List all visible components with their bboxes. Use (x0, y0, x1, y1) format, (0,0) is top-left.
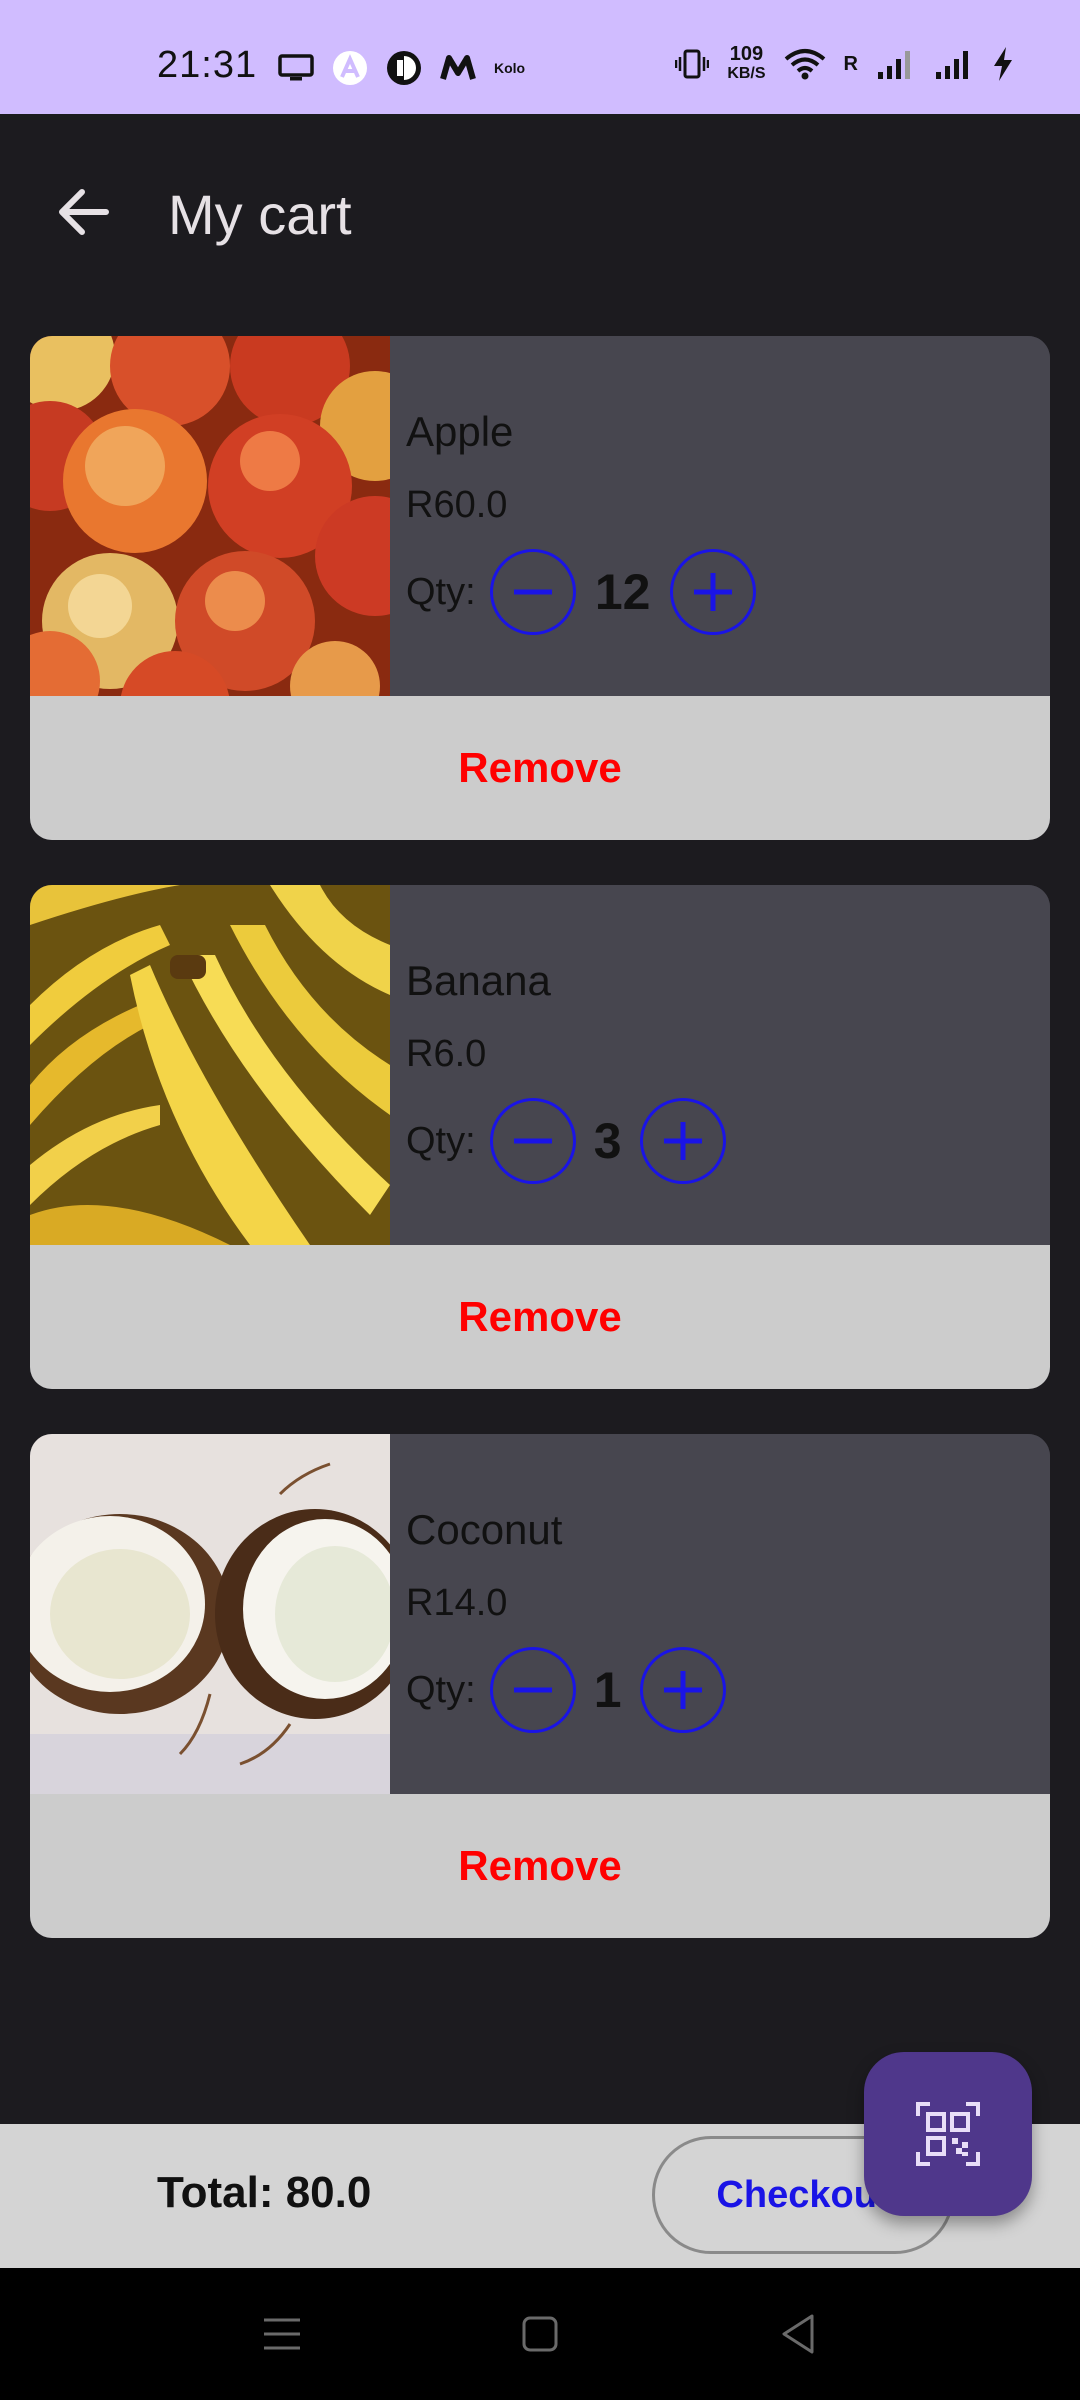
cart-item-apple: Apple R60.0 Qty: 12 Remove (30, 336, 1050, 840)
qty-label: Qty: (406, 570, 476, 613)
kolo-logo: Kolo (494, 60, 526, 76)
quantity-value: 12 (594, 564, 651, 620)
app-g-icon (387, 51, 421, 85)
status-time: 21:31 (157, 44, 258, 86)
item-price: R14.0 (406, 1582, 508, 1624)
coconut-photo (30, 1434, 390, 1794)
qty-label: Qty: (406, 1668, 476, 1711)
app-bar: My cart (0, 114, 1080, 314)
increase-qty-button[interactable] (639, 1098, 726, 1184)
item-price: R60.0 (406, 484, 508, 526)
increase-qty-button[interactable] (669, 549, 756, 635)
status-bar: 21:31 Kolo 109 KB/S R (0, 0, 1080, 114)
bananas-photo (30, 885, 390, 1245)
back-arrow-icon[interactable] (52, 180, 116, 244)
remove-button[interactable]: Remove (30, 1245, 1050, 1389)
remove-label: Remove (458, 1842, 622, 1889)
system-icons: 109 KB/S R (675, 44, 1014, 84)
page-title: My cart (168, 183, 352, 246)
item-name: Apple (406, 408, 514, 455)
decrease-qty-button[interactable] (489, 1647, 576, 1733)
decrease-qty-button[interactable] (489, 549, 576, 635)
increase-qty-button[interactable] (639, 1647, 726, 1733)
system-nav-bar (0, 2268, 1080, 2400)
qty-label: Qty: (406, 1119, 476, 1162)
qr-code-scan-icon (916, 2102, 980, 2166)
remove-label: Remove (458, 1293, 622, 1340)
roaming-indicator: R (843, 52, 858, 75)
item-name: Banana (406, 957, 551, 1004)
item-price: R6.0 (406, 1033, 487, 1075)
wifi-icon (784, 49, 825, 80)
app-m-icon (440, 55, 476, 80)
cart-item-body: Banana R6.0 Qty: 3 (30, 885, 1050, 1245)
cart-item-coconut: Coconut R14.0 Qty: 1 Remove (30, 1434, 1050, 1938)
app-a-icon (333, 51, 367, 85)
net-speed-value: 109 (729, 43, 764, 65)
quantity-stepper: Qty: 1 (406, 1644, 726, 1736)
net-speed: 109 KB/S (727, 44, 765, 84)
signal-icon-sim1 (878, 51, 910, 79)
remove-label: Remove (458, 744, 622, 791)
remove-button[interactable]: Remove (30, 1794, 1050, 1938)
quantity-value: 3 (593, 1113, 622, 1169)
charging-icon (994, 47, 1012, 81)
net-speed-unit: KB/S (727, 65, 766, 82)
apples-photo (30, 336, 390, 696)
recent-apps-icon[interactable] (262, 2312, 302, 2356)
minus-icon (513, 1687, 552, 1693)
cart-item-body: Apple R60.0 Qty: 12 (30, 336, 1050, 696)
tv-icon (278, 54, 314, 81)
signal-icon-sim2 (936, 51, 968, 79)
back-nav-icon[interactable] (778, 2312, 818, 2356)
remove-button[interactable]: Remove (30, 696, 1050, 840)
scan-qr-button[interactable] (864, 2052, 1032, 2216)
home-icon[interactable] (520, 2312, 560, 2356)
minus-icon (513, 1138, 552, 1144)
vibrate-icon (675, 49, 710, 79)
plus-icon (663, 1671, 702, 1709)
decrease-qty-button[interactable] (489, 1098, 576, 1184)
cart-screen: 21:31 Kolo 109 KB/S R My cart Apple R60.… (0, 0, 1080, 2400)
notification-icons: Kolo (278, 50, 525, 86)
plus-icon (693, 573, 732, 611)
plus-icon (663, 1122, 702, 1160)
cart-total: Total: 80.0 (157, 2168, 372, 2217)
quantity-value: 1 (593, 1662, 622, 1718)
minus-icon (513, 589, 552, 595)
cart-item-body: Coconut R14.0 Qty: 1 (30, 1434, 1050, 1794)
item-name: Coconut (406, 1506, 563, 1553)
quantity-stepper: Qty: 12 (406, 546, 756, 638)
quantity-stepper: Qty: 3 (406, 1095, 726, 1187)
cart-item-banana: Banana R6.0 Qty: 3 Remove (30, 885, 1050, 1389)
